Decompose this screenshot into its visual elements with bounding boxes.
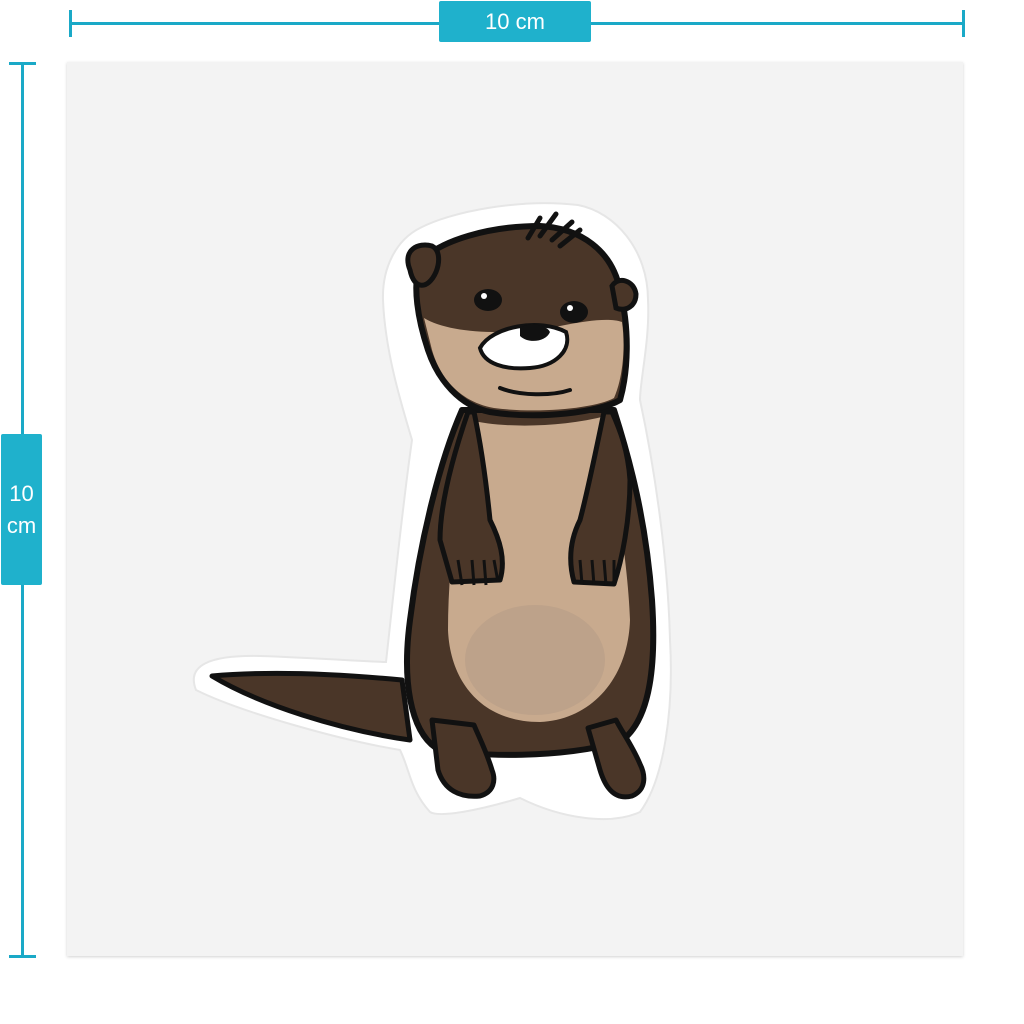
otter-belly-shade [465,605,605,715]
otter-left-eye [474,289,502,311]
otter-sticker-image [192,202,672,821]
height-label-value: 10 [9,480,34,506]
otter-right-ear [609,277,639,312]
height-label: 10 cm [1,434,42,585]
width-dimension-right-cap [962,10,965,37]
height-dimension-bottom-cap [9,955,36,958]
otter-right-eye [560,301,588,323]
width-label: 10 cm [439,1,591,42]
otter-left-ear [405,242,442,288]
otter-right-eye-shine [567,305,573,311]
sticker-sheet [67,62,963,956]
otter-left-eye-shine [481,293,487,299]
height-label-unit: cm [6,512,37,538]
